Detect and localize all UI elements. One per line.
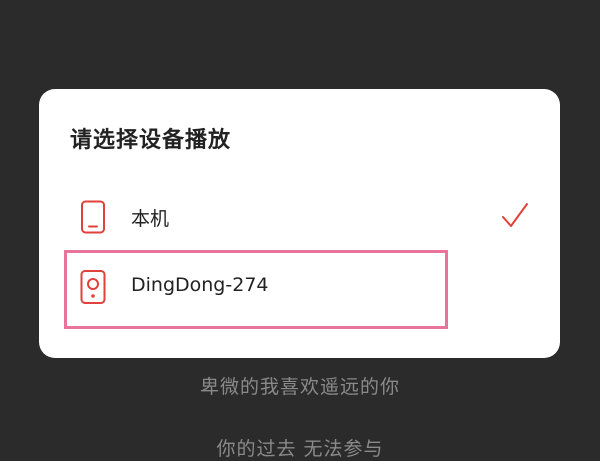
device-option-local[interactable]: 本机 — [39, 185, 560, 249]
highlight-annotation-box — [64, 250, 448, 329]
checkmark-icon — [500, 201, 530, 231]
device-option-label: 本机 — [131, 208, 170, 230]
background-lyric-line: 你的过去 无法参与 — [216, 438, 384, 460]
phone-icon — [75, 199, 111, 235]
dialog-title: 请选择设备播放 — [70, 128, 232, 153]
background-lyric-line: 卑微的我喜欢遥远的你 — [199, 376, 400, 398]
